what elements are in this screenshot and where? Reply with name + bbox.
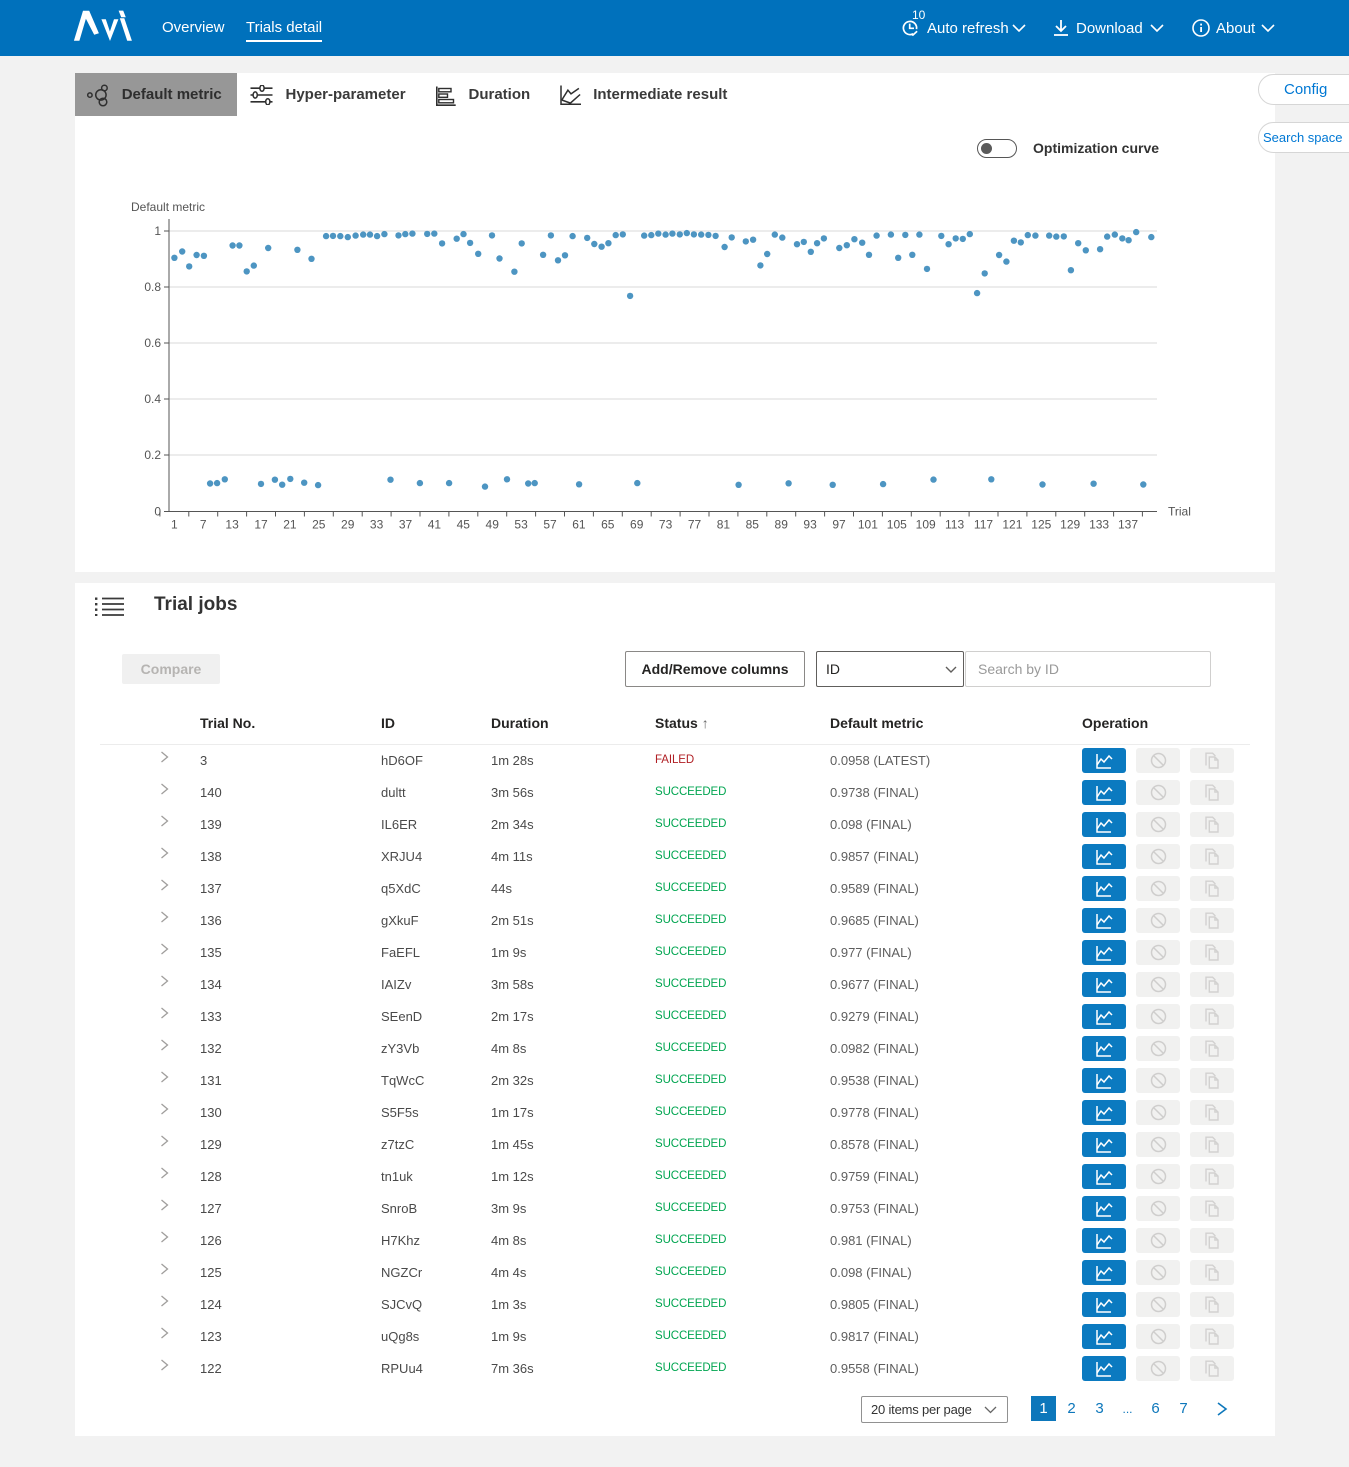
svg-text:Default metric: Default metric bbox=[131, 200, 205, 214]
svg-text:49: 49 bbox=[486, 518, 500, 532]
svg-text:1: 1 bbox=[154, 224, 161, 238]
svg-text:1: 1 bbox=[171, 518, 178, 532]
svg-text:37: 37 bbox=[399, 518, 413, 532]
svg-text:121: 121 bbox=[1002, 518, 1022, 532]
svg-text:25: 25 bbox=[312, 518, 326, 532]
svg-text:137: 137 bbox=[1118, 518, 1138, 532]
svg-text:57: 57 bbox=[543, 518, 557, 532]
svg-text:101: 101 bbox=[858, 518, 878, 532]
svg-text:81: 81 bbox=[717, 518, 731, 532]
svg-text:89: 89 bbox=[775, 518, 789, 532]
svg-text:93: 93 bbox=[803, 518, 817, 532]
svg-text:13: 13 bbox=[225, 518, 239, 532]
svg-text:133: 133 bbox=[1089, 518, 1109, 532]
svg-text:29: 29 bbox=[341, 518, 355, 532]
svg-text:45: 45 bbox=[457, 518, 471, 532]
svg-text:109: 109 bbox=[916, 518, 936, 532]
svg-text:33: 33 bbox=[370, 518, 384, 532]
svg-text:53: 53 bbox=[514, 518, 528, 532]
svg-text:77: 77 bbox=[688, 518, 702, 532]
svg-text:69: 69 bbox=[630, 518, 644, 532]
svg-text:73: 73 bbox=[659, 518, 673, 532]
svg-text:97: 97 bbox=[832, 518, 846, 532]
svg-text:85: 85 bbox=[746, 518, 760, 532]
svg-text:129: 129 bbox=[1060, 518, 1080, 532]
svg-text:0.2: 0.2 bbox=[144, 448, 161, 462]
svg-text:17: 17 bbox=[254, 518, 268, 532]
svg-text:21: 21 bbox=[283, 518, 297, 532]
svg-text:0.8: 0.8 bbox=[144, 280, 161, 294]
svg-text:41: 41 bbox=[428, 518, 442, 532]
svg-text:117: 117 bbox=[974, 518, 993, 532]
svg-text:0.4: 0.4 bbox=[144, 392, 161, 406]
svg-text:113: 113 bbox=[945, 518, 964, 532]
svg-text:0.6: 0.6 bbox=[144, 336, 161, 350]
svg-text:Trial: Trial bbox=[1168, 505, 1191, 519]
svg-text:61: 61 bbox=[572, 518, 586, 532]
svg-text:105: 105 bbox=[887, 518, 907, 532]
svg-text:125: 125 bbox=[1031, 518, 1051, 532]
svg-text:7: 7 bbox=[200, 518, 207, 532]
svg-text:65: 65 bbox=[601, 518, 615, 532]
